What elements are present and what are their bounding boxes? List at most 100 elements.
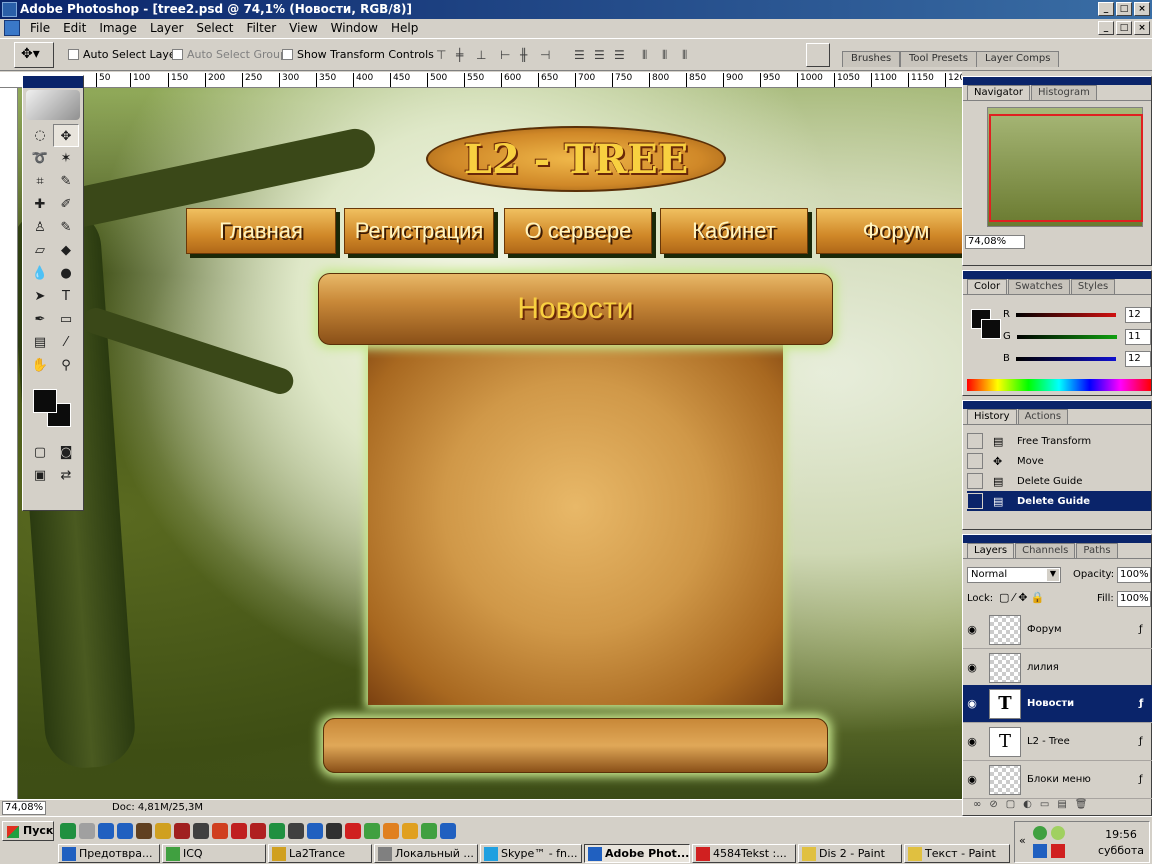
eraser-tool-icon[interactable]: ▱ bbox=[27, 239, 53, 262]
panel-titlebar[interactable] bbox=[963, 77, 1151, 85]
panel-titlebar[interactable] bbox=[963, 401, 1151, 409]
task-button[interactable]: Локальный ... bbox=[374, 844, 478, 863]
vertical-ruler[interactable] bbox=[0, 88, 18, 799]
menu-edit[interactable]: Edit bbox=[57, 19, 93, 38]
quicklaunch-icon[interactable] bbox=[326, 823, 342, 839]
task-button[interactable]: Dis 2 - Paint bbox=[798, 844, 902, 863]
doc-restore-button[interactable]: □ bbox=[1116, 21, 1132, 35]
quicklaunch-icon[interactable] bbox=[440, 823, 456, 839]
distribute-left-icon[interactable]: ⦀ bbox=[642, 48, 656, 62]
firefox-icon[interactable] bbox=[212, 823, 228, 839]
jump-to-imageready-icon[interactable]: ⇄ bbox=[53, 464, 79, 487]
menu-window[interactable]: Window bbox=[325, 19, 385, 38]
quicklaunch-icon[interactable] bbox=[117, 823, 133, 839]
eye-icon[interactable]: ◉ bbox=[963, 661, 981, 674]
tab-histogram[interactable]: Histogram bbox=[1030, 85, 1097, 100]
clone-stamp-tool-icon[interactable]: ♙ bbox=[27, 216, 53, 239]
layer-row[interactable]: ◉ T L2 - Tree ƒ bbox=[963, 723, 1152, 761]
quicklaunch-icon[interactable] bbox=[250, 823, 266, 839]
dodge-tool-icon[interactable]: ● bbox=[53, 262, 79, 285]
tool-preset-picker[interactable]: ✥▾ bbox=[14, 42, 54, 68]
crop-tool-icon[interactable]: ⌗ bbox=[27, 170, 53, 193]
path-selection-tool-icon[interactable]: ➤ bbox=[27, 285, 53, 308]
layer-row[interactable]: ◉ Форум ƒ bbox=[963, 611, 1152, 649]
icq-icon[interactable] bbox=[421, 823, 437, 839]
foreground-color[interactable] bbox=[33, 389, 57, 413]
task-button[interactable]: 4584Tekst :... bbox=[692, 844, 796, 863]
standard-mode-icon[interactable]: ▢ bbox=[27, 441, 53, 464]
zoom-field[interactable]: 74,08% bbox=[2, 801, 46, 815]
document-icon[interactable] bbox=[4, 20, 20, 36]
layer-row[interactable]: ◉ Блоки меню ƒ bbox=[963, 761, 1152, 799]
quicklaunch-icon[interactable] bbox=[288, 823, 304, 839]
history-item-selected[interactable]: ▤ Delete Guide bbox=[967, 491, 1151, 511]
zoom-tool-icon[interactable]: ⚲ bbox=[53, 354, 79, 377]
distribute-right-icon[interactable]: ⦀ bbox=[682, 48, 696, 62]
tab-color[interactable]: Color bbox=[967, 279, 1008, 294]
doc-size-info[interactable]: Doc: 4,81M/25,3M bbox=[112, 802, 203, 813]
value-r[interactable]: 12 bbox=[1125, 307, 1151, 323]
menu-layer[interactable]: Layer bbox=[144, 19, 190, 38]
lasso-tool-icon[interactable]: ➰ bbox=[27, 147, 53, 170]
quicklaunch-icon[interactable] bbox=[345, 823, 361, 839]
blur-tool-icon[interactable]: 💧 bbox=[27, 262, 53, 285]
task-button[interactable]: Предотвра... bbox=[58, 844, 160, 863]
paint-bucket-tool-icon[interactable]: ◆ bbox=[53, 239, 79, 262]
layer-row[interactable]: ◉ лилия bbox=[963, 649, 1152, 687]
move-tool-icon[interactable]: ✥ bbox=[53, 124, 79, 147]
quicklaunch-icon[interactable] bbox=[60, 823, 76, 839]
align-vcenter-icon[interactable]: ╪ bbox=[456, 48, 470, 62]
tab-navigator[interactable]: Navigator bbox=[967, 85, 1030, 100]
maximize-button[interactable]: □ bbox=[1116, 2, 1132, 16]
notes-tool-icon[interactable]: ▤ bbox=[27, 331, 53, 354]
quick-mask-icon[interactable]: ◙ bbox=[53, 441, 79, 464]
menu-image[interactable]: Image bbox=[93, 19, 144, 38]
layer-effects-icon[interactable]: ƒ bbox=[1139, 736, 1152, 747]
color-bg-swatch[interactable] bbox=[981, 319, 1001, 339]
blend-mode-select[interactable]: Normal ▼ bbox=[967, 567, 1061, 583]
well-tab-tool-presets[interactable]: Tool Presets bbox=[900, 51, 977, 67]
auto-select-layer-checkbox[interactable]: Auto Select Layer bbox=[68, 48, 180, 61]
layer-effects-icon[interactable]: ƒ bbox=[1139, 698, 1152, 709]
palette-well-icon[interactable] bbox=[806, 43, 830, 67]
quicklaunch-icon[interactable] bbox=[383, 823, 399, 839]
value-g[interactable]: 11 bbox=[1125, 329, 1151, 345]
tab-layers[interactable]: Layers bbox=[967, 543, 1015, 558]
marquee-tool-icon[interactable]: ◌ bbox=[27, 124, 53, 147]
align-left-icon[interactable]: ⊢ bbox=[500, 48, 514, 62]
history-item[interactable]: ✥ Move bbox=[967, 451, 1151, 471]
slice-tool-icon[interactable]: ✎ bbox=[53, 170, 79, 193]
quicklaunch-icon[interactable] bbox=[155, 823, 171, 839]
type-tool-icon[interactable]: T bbox=[53, 285, 79, 308]
feather-logo-icon[interactable] bbox=[26, 90, 80, 120]
tab-paths[interactable]: Paths bbox=[1076, 543, 1118, 558]
tray-expand-icon[interactable]: « bbox=[1019, 834, 1026, 847]
icq-tray-icon[interactable] bbox=[1033, 826, 1047, 840]
eyedropper-tool-icon[interactable]: ⁄ bbox=[53, 331, 79, 354]
quicklaunch-icon[interactable] bbox=[231, 823, 247, 839]
value-b[interactable]: 12 bbox=[1125, 351, 1151, 367]
quicklaunch-icon[interactable] bbox=[193, 823, 209, 839]
tray-icon[interactable] bbox=[1051, 844, 1065, 858]
eye-icon[interactable]: ◉ bbox=[963, 623, 981, 636]
toolbox-titlebar[interactable] bbox=[23, 76, 83, 88]
eye-icon[interactable]: ◉ bbox=[963, 735, 981, 748]
task-button-active[interactable]: Adobe Phot... bbox=[584, 844, 690, 863]
task-button[interactable]: ICQ bbox=[162, 844, 266, 863]
slider-g[interactable]: G bbox=[1003, 331, 1117, 342]
tab-history[interactable]: History bbox=[967, 409, 1017, 424]
panel-titlebar[interactable] bbox=[963, 535, 1151, 543]
clock[interactable]: 19:56 суббота bbox=[1093, 828, 1149, 860]
network-tray-icon[interactable] bbox=[1033, 844, 1047, 858]
tab-swatches[interactable]: Swatches bbox=[1008, 279, 1070, 294]
history-brush-tool-icon[interactable]: ✎ bbox=[53, 216, 79, 239]
pen-tool-icon[interactable]: ✒ bbox=[27, 308, 53, 331]
menu-file[interactable]: File bbox=[24, 19, 57, 38]
opacity-field[interactable]: 100% bbox=[1117, 567, 1151, 583]
eye-icon[interactable]: ◉ bbox=[963, 697, 981, 710]
doc-minimize-button[interactable]: _ bbox=[1098, 21, 1114, 35]
distribute-vcenter-icon[interactable]: ☰ bbox=[594, 48, 608, 62]
brush-tool-icon[interactable]: ✐ bbox=[53, 193, 79, 216]
align-right-icon[interactable]: ⊣ bbox=[540, 48, 554, 62]
tab-styles[interactable]: Styles bbox=[1070, 279, 1116, 294]
